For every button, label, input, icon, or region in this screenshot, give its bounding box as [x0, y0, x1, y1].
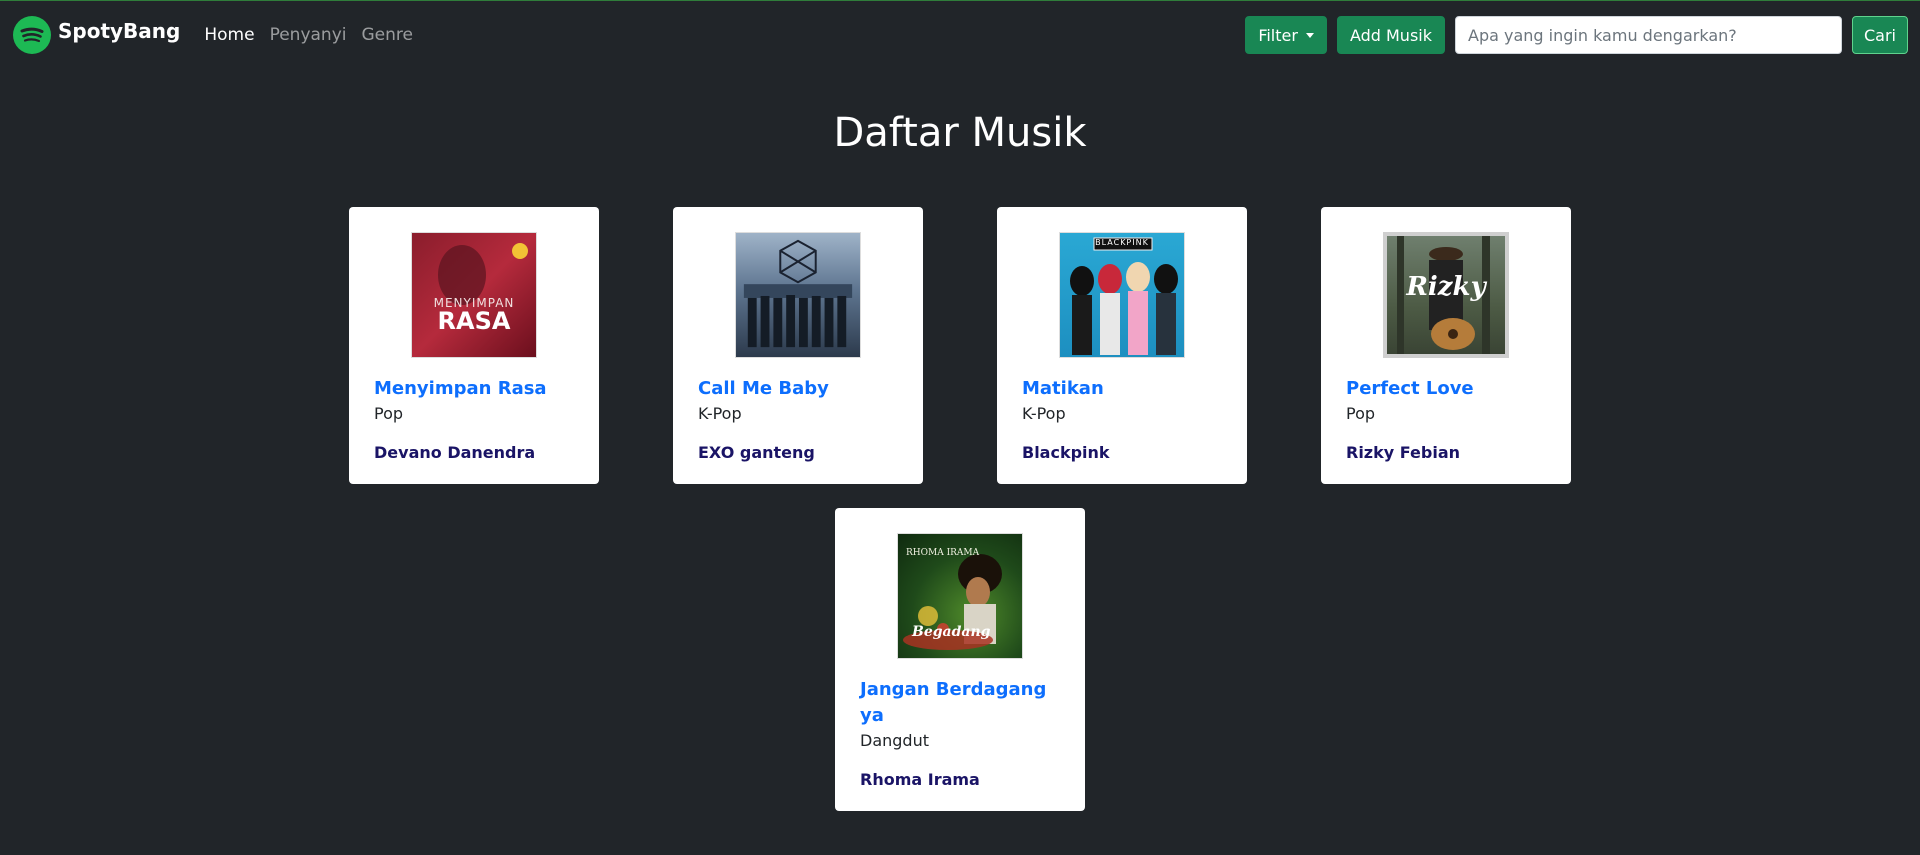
music-card[interactable]: BLACKPINK Matikan K-Pop Blackpink: [997, 207, 1247, 484]
filter-label: Filter: [1258, 25, 1298, 45]
album-cover: RHOMA IRAMA Begadang: [897, 533, 1023, 659]
song-singer[interactable]: Rizky Febian: [1346, 442, 1546, 464]
album-cover: MENYIMPAN RASA: [411, 232, 537, 358]
nav-links: Home Penyanyi Genre: [204, 25, 413, 45]
song-title[interactable]: Call Me Baby: [698, 376, 898, 402]
nav-link-penyanyi[interactable]: Penyanyi: [270, 25, 347, 45]
cover-text: MENYIMPAN RASA: [434, 297, 515, 333]
music-card[interactable]: Rizky Perfect Love Pop Rizky Febian: [1321, 207, 1571, 484]
nav-actions: Filter Add Musik Cari: [1245, 16, 1908, 54]
caret-down-icon: [1305, 32, 1314, 38]
add-music-button[interactable]: Add Musik: [1336, 16, 1445, 54]
song-title[interactable]: Jangan Berdagang ya: [860, 677, 1060, 729]
page-title: Daftar Musik: [833, 110, 1087, 156]
search-input[interactable]: [1455, 16, 1842, 54]
music-card[interactable]: RHOMA IRAMA Begadang Jangan Berdagang ya…: [835, 508, 1085, 811]
spotify-logo-icon: [13, 16, 51, 54]
music-grid: MENYIMPAN RASA Menyimpan Rasa Pop Devano…: [298, 207, 1622, 811]
cover-line2: Begadang: [912, 624, 991, 640]
music-card[interactable]: MENYIMPAN RASA Menyimpan Rasa Pop Devano…: [349, 207, 599, 484]
brand-name: SpotyBang: [58, 19, 181, 43]
album-cover: [735, 232, 861, 358]
song-title[interactable]: Matikan: [1022, 376, 1222, 402]
song-singer[interactable]: EXO ganteng: [698, 442, 898, 464]
filter-button[interactable]: Filter: [1245, 16, 1327, 54]
album-cover: BLACKPINK: [1059, 232, 1185, 358]
cover-line2: RASA: [437, 307, 511, 335]
song-singer[interactable]: Devano Danendra: [374, 442, 574, 464]
song-genre: Pop: [1346, 404, 1376, 423]
song-genre: K-Pop: [1022, 404, 1066, 423]
cover-line1: RHOMA IRAMA: [906, 548, 980, 558]
cover-text: BLACKPINK: [1095, 238, 1149, 247]
song-genre: K-Pop: [698, 404, 742, 423]
song-genre: Pop: [374, 404, 404, 423]
song-singer[interactable]: Blackpink: [1022, 442, 1222, 464]
album-cover: Rizky: [1383, 232, 1509, 358]
song-title[interactable]: Menyimpan Rasa: [374, 376, 574, 402]
cover-text: Rizky: [1406, 272, 1486, 302]
song-title[interactable]: Perfect Love: [1346, 376, 1546, 402]
nav-link-home[interactable]: Home: [204, 25, 254, 45]
brand[interactable]: SpotyBang: [13, 16, 180, 54]
song-singer[interactable]: Rhoma Irama: [860, 769, 1060, 791]
music-card[interactable]: Call Me Baby K-Pop EXO ganteng: [673, 207, 923, 484]
song-genre: Dangdut: [860, 731, 929, 750]
nav-link-genre[interactable]: Genre: [361, 25, 412, 45]
search-button[interactable]: Cari: [1852, 16, 1908, 54]
main-content: Daftar Musik MENYIMPAN RASA Menyimpan Ra…: [0, 105, 1920, 811]
navbar: SpotyBang Home Penyanyi Genre Filter Add…: [0, 1, 1920, 69]
